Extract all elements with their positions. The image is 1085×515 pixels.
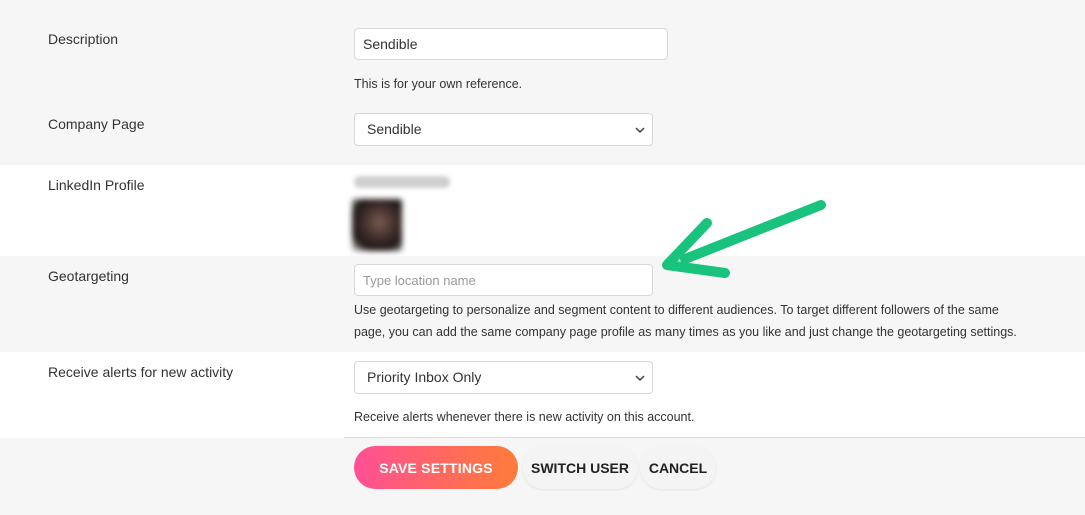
divider [344, 437, 1085, 438]
geotargeting-row: Geotargeting Type location name Use geot… [0, 256, 1085, 352]
linkedin-profile-label: LinkedIn Profile [48, 177, 145, 193]
chevron-down-icon [634, 362, 646, 393]
alerts-selected: Priority Inbox Only [367, 369, 482, 385]
avatar [352, 199, 402, 251]
company-page-label: Company Page [48, 116, 145, 132]
company-page-selected: Sendible [367, 121, 422, 137]
save-settings-button[interactable]: SAVE SETTINGS [354, 446, 518, 489]
alerts-select[interactable]: Priority Inbox Only [354, 361, 653, 394]
company-page-select[interactable]: Sendible [354, 113, 653, 146]
chevron-down-icon [634, 114, 646, 145]
description-label: Description [48, 31, 119, 47]
alerts-row: Receive alerts for new activity Priority… [0, 352, 1085, 438]
alerts-help: Receive alerts whenever there is new act… [354, 410, 695, 424]
geotargeting-help-line1: Use geotargeting to personalize and segm… [354, 303, 999, 317]
alerts-label: Receive alerts for new activity [48, 364, 234, 380]
profile-name-blurred [354, 176, 450, 188]
description-input[interactable]: Sendible [354, 28, 668, 60]
linkedin-profile-row: LinkedIn Profile [0, 165, 1085, 256]
geotargeting-placeholder: Type location name [363, 273, 476, 288]
description-row: Description Sendible This is for your ow… [0, 0, 1085, 165]
geotargeting-input[interactable]: Type location name [354, 264, 653, 296]
annotation-arrow-icon [662, 200, 826, 278]
cancel-button[interactable]: CANCEL [640, 446, 716, 489]
description-help: This is for your own reference. [354, 77, 523, 91]
geotargeting-label: Geotargeting [48, 268, 129, 284]
geotargeting-help-line2: page, you can add the same company page … [354, 325, 1017, 339]
switch-user-button[interactable]: SWITCH USER [522, 446, 638, 489]
